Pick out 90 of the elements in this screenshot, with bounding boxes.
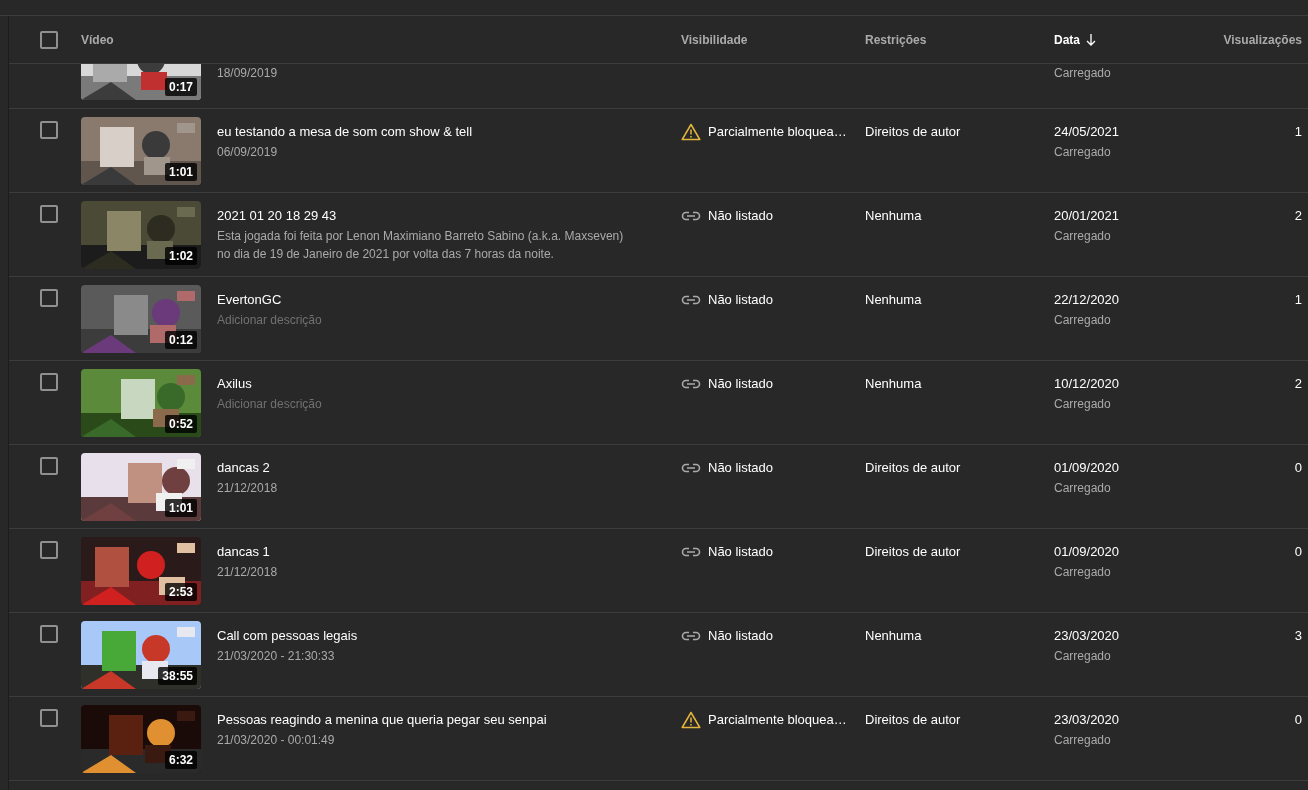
column-header[interactable]: Visualizações bbox=[1223, 32, 1302, 47]
duration-badge: 1:01 bbox=[164, 499, 197, 517]
duration-badge: 6:32 bbox=[164, 751, 197, 769]
visibility-label: Não listado bbox=[708, 207, 774, 225]
video-title[interactable]: Pessoas reagindo a menina que queria pegar seu senpai bbox=[217, 711, 547, 729]
warning-icon bbox=[681, 123, 701, 141]
restrictions-label: Nenhuma bbox=[865, 627, 923, 645]
column-header[interactable]: Restrições bbox=[865, 32, 927, 47]
upload-status: Carregado bbox=[1054, 648, 1112, 665]
publish-date: 22/12/2020 bbox=[1054, 291, 1121, 309]
duration-badge: 38:55 bbox=[158, 667, 197, 685]
link-icon bbox=[681, 546, 701, 558]
duration-badge: 0:52 bbox=[164, 415, 197, 433]
upload-status: Carregado bbox=[1054, 228, 1112, 245]
row-checkbox[interactable] bbox=[40, 709, 58, 727]
view-count: 0 bbox=[1293, 711, 1302, 729]
upload-status: Carregado bbox=[1054, 312, 1112, 329]
visibility-label: Parcialmente bloquea… bbox=[708, 711, 847, 729]
restrictions-label: Direitos de autor bbox=[865, 711, 962, 729]
video-description: Esta jogada foi feita por Lenon Maximiano Barreto Sabino (a.k.a. Maxseven) no dia de 19 de Janeiro de 2021 por volta das 7 horas da noite. bbox=[217, 228, 625, 263]
visibility-label: Não listado bbox=[708, 459, 774, 477]
duration-badge: 2:53 bbox=[164, 583, 197, 601]
upload-status: Carregado bbox=[1054, 396, 1112, 413]
duration-badge: 0:12 bbox=[164, 331, 197, 349]
row-checkbox[interactable] bbox=[40, 373, 58, 391]
view-count: 0 bbox=[1293, 459, 1302, 477]
restrictions-label: Direitos de autor bbox=[865, 543, 962, 561]
duration-badge: 1:02 bbox=[164, 247, 197, 265]
column-header[interactable]: Visibilidade bbox=[681, 32, 748, 47]
view-count: 1 bbox=[1293, 123, 1302, 141]
link-icon bbox=[681, 210, 701, 222]
warning-icon bbox=[681, 711, 701, 729]
publish-date: 23/03/2020 bbox=[1054, 711, 1121, 729]
row-checkbox[interactable] bbox=[40, 121, 58, 139]
publish-date: 10/12/2020 bbox=[1054, 375, 1121, 393]
duration-badge: 0:17 bbox=[164, 78, 197, 96]
restrictions-label: Nenhuma bbox=[865, 375, 923, 393]
link-icon bbox=[681, 378, 701, 390]
video-title[interactable]: eu testando a mesa de som com show & tell bbox=[217, 123, 473, 141]
video-title[interactable]: 2021 01 20 18 29 43 bbox=[217, 207, 637, 225]
publish-date: 23/03/2020 bbox=[1054, 627, 1121, 645]
row-checkbox[interactable] bbox=[40, 289, 58, 307]
video-description: 21/12/2018 bbox=[217, 564, 278, 581]
publish-date: 20/01/2021 bbox=[1054, 207, 1121, 225]
upload-status: Carregado bbox=[1054, 65, 1112, 81]
video-title[interactable]: dancas 2 bbox=[217, 459, 278, 477]
video-title[interactable]: EvertonGC bbox=[217, 291, 322, 309]
video-description: 21/03/2020 - 21:30:33 bbox=[217, 648, 336, 665]
visibility-label: Não listado bbox=[708, 375, 774, 393]
view-count: 3 bbox=[1293, 627, 1302, 645]
link-icon bbox=[681, 294, 701, 306]
visibility-label: Não listado bbox=[708, 291, 774, 309]
visibility-label: Não listado bbox=[708, 543, 774, 561]
restrictions-label: Direitos de autor bbox=[865, 123, 962, 141]
publish-date: 24/05/2021 bbox=[1054, 123, 1121, 141]
row-checkbox[interactable] bbox=[40, 457, 58, 475]
upload-status: Carregado bbox=[1054, 144, 1112, 161]
duration-badge: 1:01 bbox=[164, 163, 197, 181]
row-checkbox[interactable] bbox=[40, 625, 58, 643]
select-all-checkbox[interactable] bbox=[40, 30, 58, 49]
view-count: 2 bbox=[1293, 375, 1302, 393]
publish-date: 01/09/2020 bbox=[1054, 459, 1121, 477]
video-description: 06/09/2019 bbox=[217, 144, 279, 161]
row-checkbox[interactable] bbox=[40, 205, 58, 223]
restrictions-label: Nenhuma bbox=[865, 291, 923, 309]
video-description: Adicionar descrição bbox=[217, 396, 322, 413]
restrictions-label: Nenhuma bbox=[865, 207, 923, 225]
upload-status: Carregado bbox=[1054, 564, 1112, 581]
video-title[interactable]: dancas 1 bbox=[217, 543, 278, 561]
video-description: 21/03/2020 - 00:01:49 bbox=[217, 732, 336, 749]
visibility-label: Não listado bbox=[708, 627, 774, 645]
link-icon bbox=[681, 630, 701, 642]
upload-status: Carregado bbox=[1054, 480, 1112, 497]
row-checkbox[interactable] bbox=[40, 541, 58, 559]
restrictions-label: Direitos de autor bbox=[865, 459, 962, 477]
video-title[interactable]: Call com pessoas legais bbox=[217, 627, 358, 645]
video-description: 18/09/2019 bbox=[217, 65, 278, 81]
column-header[interactable]: Data bbox=[1054, 32, 1080, 47]
publish-date: 01/09/2020 bbox=[1054, 543, 1121, 561]
view-count: 0 bbox=[1293, 543, 1302, 561]
video-title[interactable]: Axilus bbox=[217, 375, 322, 393]
view-count: 1 bbox=[1293, 291, 1302, 309]
video-description: 21/12/2018 bbox=[217, 480, 278, 497]
upload-status: Carregado bbox=[1054, 732, 1112, 749]
sort-arrow-icon bbox=[1086, 33, 1096, 46]
video-description: Adicionar descrição bbox=[217, 312, 322, 329]
link-icon bbox=[681, 462, 701, 474]
visibility-label: Parcialmente bloquea… bbox=[708, 123, 847, 141]
view-count: 2 bbox=[1293, 207, 1302, 225]
column-header[interactable]: Vídeo bbox=[81, 32, 114, 47]
